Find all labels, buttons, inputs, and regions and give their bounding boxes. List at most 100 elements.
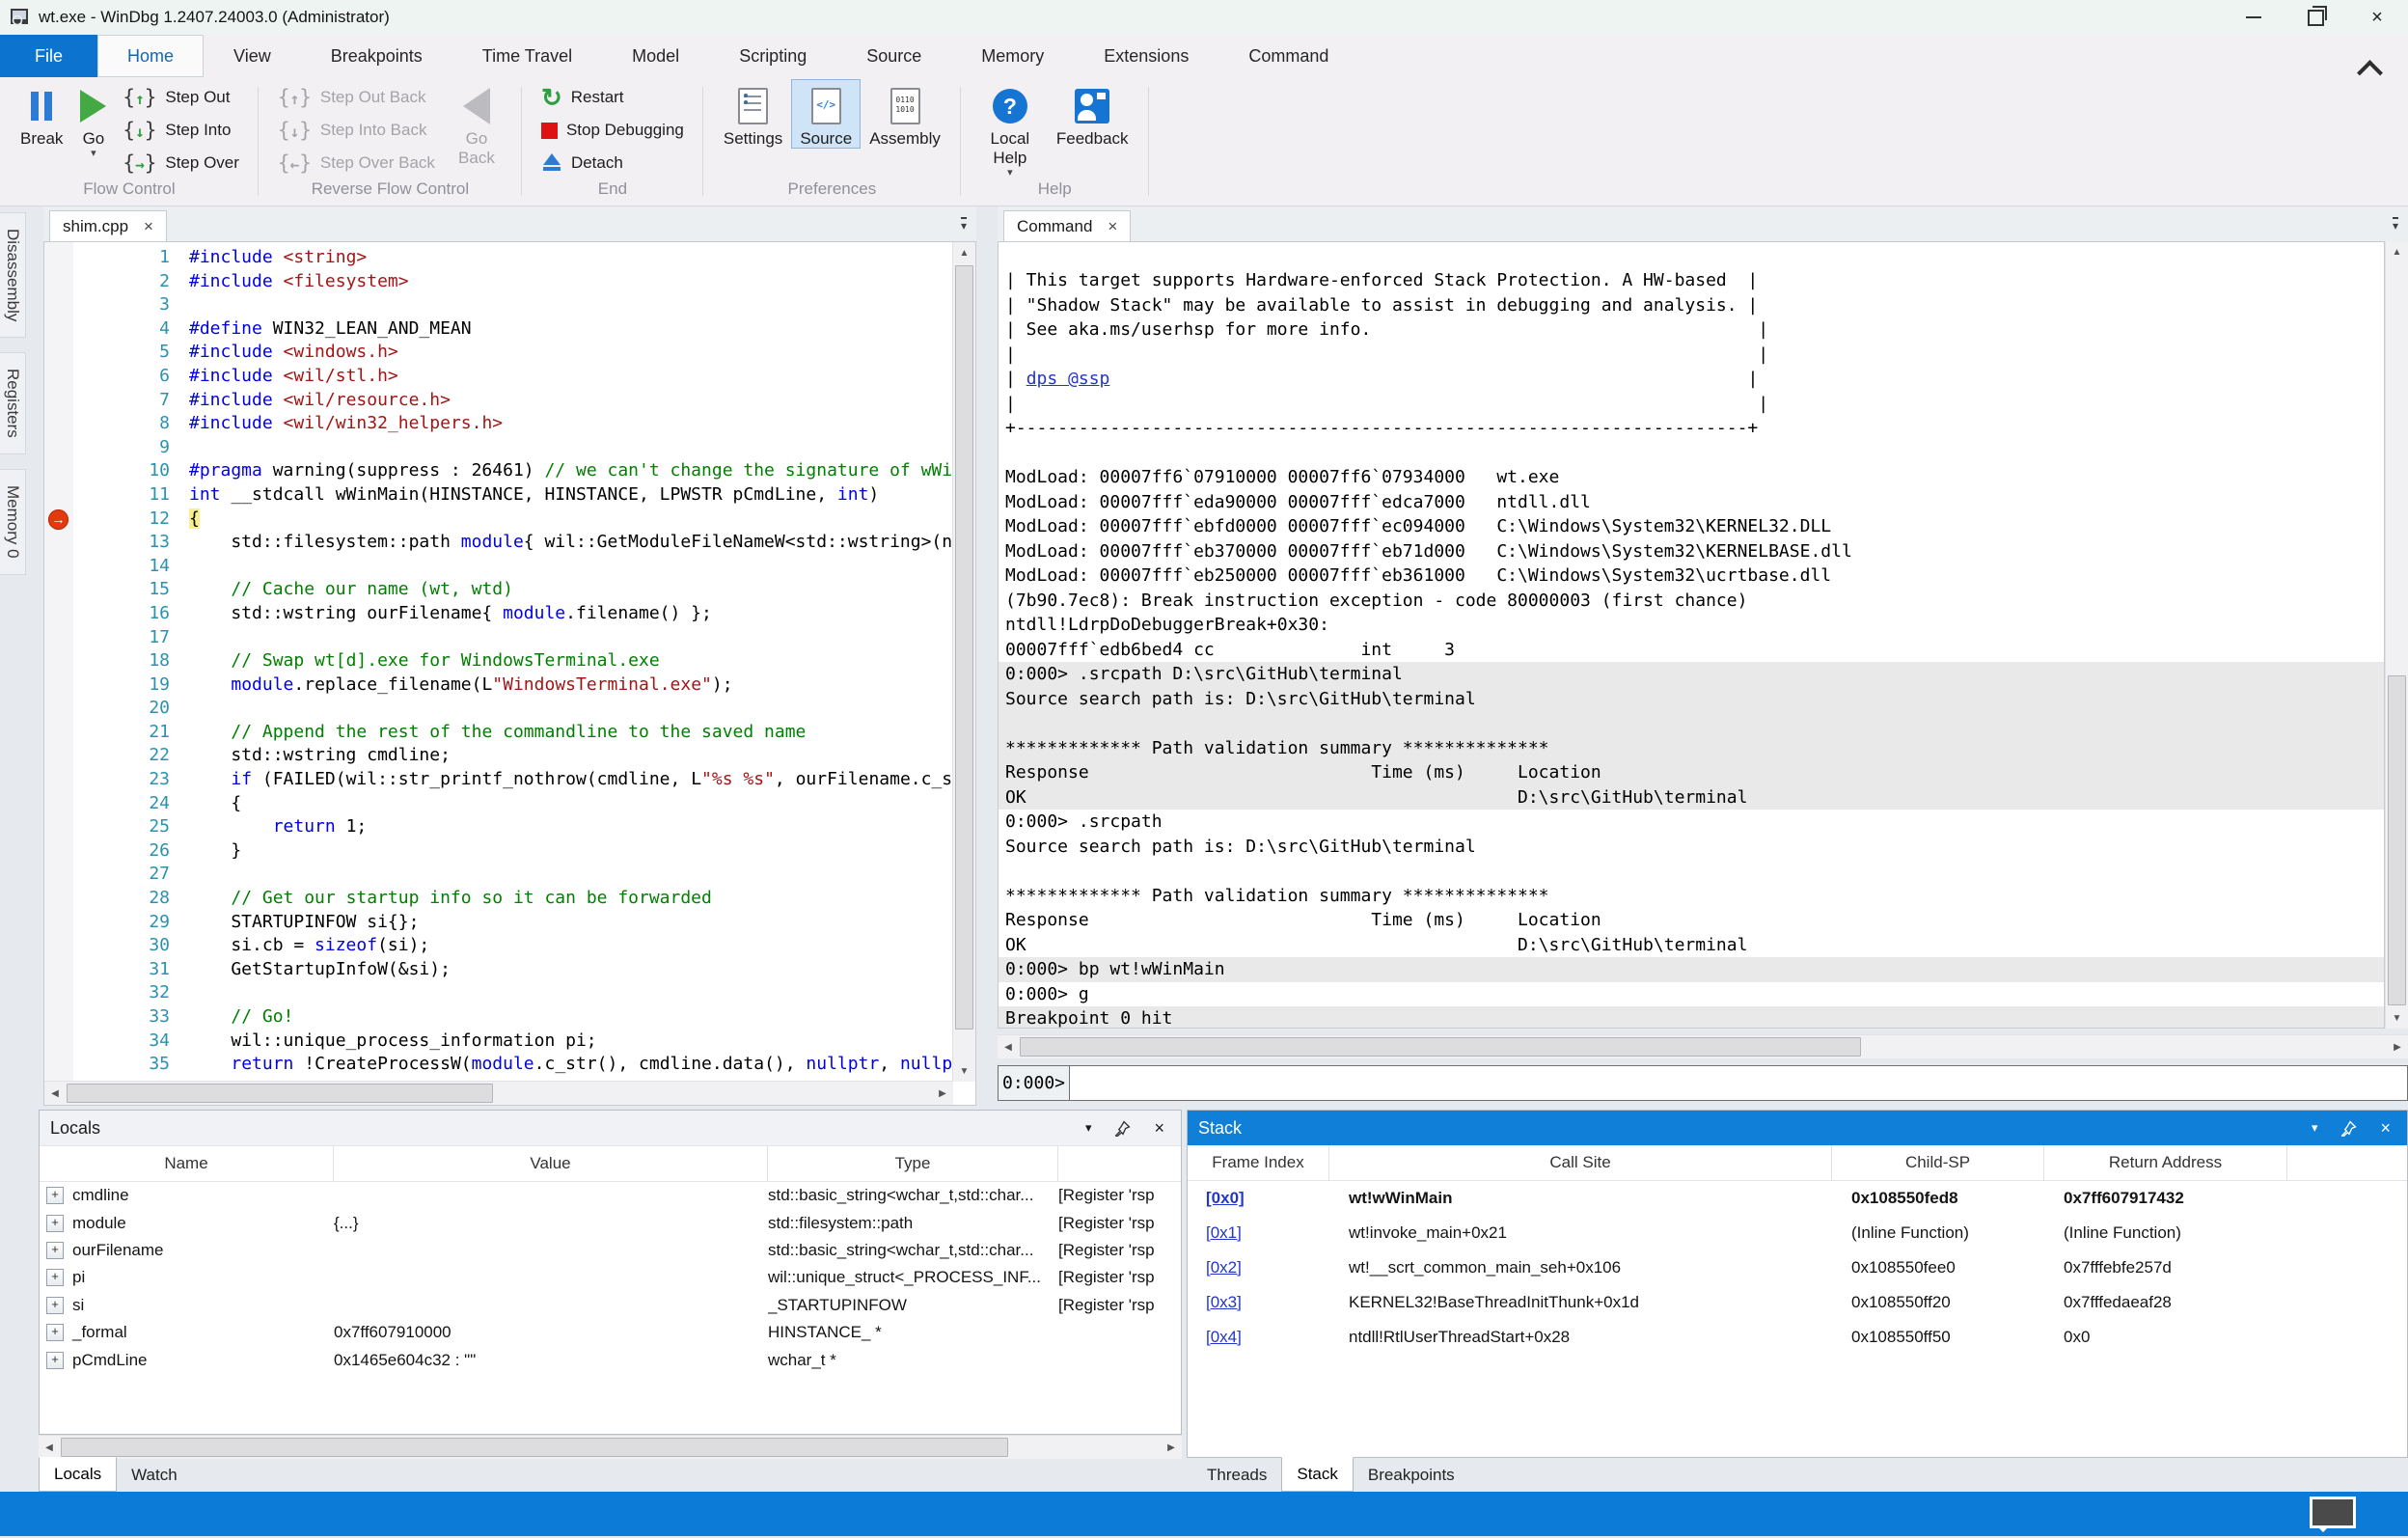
locals-horizontal-scrollbar[interactable]: ◀ ▶ (39, 1435, 1182, 1459)
scroll-left-icon[interactable]: ◀ (39, 1436, 60, 1459)
code-line[interactable]: if (FAILED(wil::str_printf_nothrow(cmdli… (189, 768, 953, 792)
scroll-up-icon[interactable]: ▲ (953, 242, 975, 263)
locals-column-header-value[interactable]: Value (334, 1146, 768, 1181)
locals-row[interactable]: +_formal0x7ff607910000HINSTANCE_ * (40, 1319, 1181, 1346)
ribbon-tab-breakpoints[interactable]: Breakpoints (301, 35, 452, 77)
pin-icon[interactable] (2340, 1120, 2357, 1137)
restore-button[interactable] (2285, 0, 2346, 35)
pane-menu-icon[interactable] (2393, 219, 2398, 233)
restart-button[interactable]: Restart (534, 81, 692, 114)
bottom-tab-stack[interactable]: Stack (1281, 1457, 1354, 1492)
ribbon-tab-home[interactable]: Home (97, 35, 204, 77)
ribbon-tab-command[interactable]: Command (1218, 35, 1358, 77)
scrollbar-thumb[interactable] (61, 1438, 1008, 1457)
code-line[interactable]: int __stdcall wWinMain(HINSTANCE, HINSTA… (189, 483, 953, 508)
locals-column-header-location[interactable] (1058, 1146, 1181, 1181)
code-line[interactable]: return !CreateProcessW(module.c_str(), c… (189, 1053, 953, 1077)
step-into-button[interactable]: ↓ Step Into (115, 114, 247, 147)
code-line[interactable]: std::wstring ourFilename{ module.filenam… (189, 602, 953, 626)
chevron-down-icon[interactable]: ▾ (1007, 168, 1013, 178)
command-vertical-scrollbar[interactable]: ▲ ▼ (2385, 241, 2408, 1029)
scroll-right-icon[interactable]: ▶ (1161, 1436, 1182, 1459)
feedback-button[interactable]: Feedback (1048, 79, 1137, 149)
scroll-left-icon[interactable]: ◀ (998, 1035, 1019, 1058)
code-line[interactable] (189, 981, 953, 1005)
scrollbar-thumb[interactable] (955, 265, 973, 1030)
code-line[interactable]: // Go! (189, 1005, 953, 1030)
step-over-back-button[interactable]: ← Step Over Back (270, 147, 443, 179)
locals-column-header-name[interactable]: Name (40, 1146, 334, 1181)
go-back-button[interactable]: Go Back (443, 79, 510, 168)
minimize-button[interactable] (2223, 0, 2285, 35)
step-out-back-button[interactable]: ↑ Step Out Back (270, 81, 443, 114)
ribbon-tab-time-travel[interactable]: Time Travel (452, 35, 602, 77)
ribbon-tab-file[interactable]: File (0, 35, 97, 77)
stack-frame-row[interactable]: [0x0]wt!wWinMain0x108550fed80x7ff6079174… (1188, 1181, 2407, 1216)
current-line-breakpoint-marker[interactable]: → (48, 509, 68, 530)
command-horizontal-scrollbar[interactable]: ◀ ▶ (998, 1034, 2408, 1058)
code-line[interactable]: #include <filesystem> (189, 270, 953, 294)
pin-icon[interactable] (1114, 1120, 1131, 1137)
frame-index-link[interactable]: [0x2] (1188, 1258, 1329, 1277)
code-line[interactable] (189, 626, 953, 650)
scroll-down-icon[interactable]: ▼ (953, 1060, 975, 1082)
frame-index-link[interactable]: [0x0] (1188, 1189, 1329, 1208)
code-line[interactable] (189, 436, 953, 460)
stack-column-header-return-address[interactable]: Return Address (2044, 1145, 2287, 1180)
feedback-bubble-icon[interactable] (2310, 1497, 2356, 1528)
command-link[interactable]: dps @ssp (1026, 369, 1110, 389)
expand-icon[interactable]: + (46, 1187, 64, 1204)
code-line[interactable]: #include <wil/stl.h> (189, 365, 953, 389)
locals-row[interactable]: +pCmdLine0x1465e604c32 : ""wchar_t * (40, 1346, 1181, 1373)
side-tab-disassembly[interactable]: Disassembly (0, 212, 26, 338)
code-line[interactable]: module.replace_filename(L"WindowsTermina… (189, 673, 953, 698)
frame-index-link[interactable]: [0x1] (1188, 1223, 1329, 1243)
stack-frame-row[interactable]: [0x4]ntdll!RtlUserThreadStart+0x280x1085… (1188, 1320, 2407, 1355)
editor-vertical-scrollbar[interactable]: ▲ ▼ (952, 242, 975, 1082)
source-editor[interactable]: → 12345678910111213141516171819202122232… (43, 241, 976, 1106)
close-icon[interactable]: × (1154, 1118, 1164, 1139)
command-output[interactable]: | This target supports Hardware-enforced… (998, 241, 2385, 1029)
chevron-down-icon[interactable]: ▾ (2312, 1120, 2318, 1136)
assembly-button[interactable]: Assembly (861, 79, 949, 149)
frame-index-link[interactable]: [0x3] (1188, 1293, 1329, 1312)
step-out-button[interactable]: ↑ Step Out (115, 81, 247, 114)
code-line[interactable]: si.cb = sizeof(si); (189, 934, 953, 958)
code-line[interactable]: #include <windows.h> (189, 341, 953, 365)
bottom-tab-watch[interactable]: Watch (117, 1458, 192, 1492)
stop-debugging-button[interactable]: Stop Debugging (534, 114, 692, 147)
scroll-down-icon[interactable]: ▼ (2386, 1007, 2408, 1029)
pane-menu-icon[interactable] (961, 219, 967, 233)
code-line[interactable]: } (189, 839, 953, 864)
ribbon-tab-model[interactable]: Model (602, 35, 709, 77)
step-into-back-button[interactable]: ↓ Step Into Back (270, 114, 443, 147)
expand-icon[interactable]: + (46, 1242, 64, 1259)
code-line[interactable]: // Swap wt[d].exe for WindowsTerminal.ex… (189, 649, 953, 673)
code-line[interactable] (189, 863, 953, 887)
code-line[interactable] (189, 555, 953, 579)
scroll-up-icon[interactable]: ▲ (2386, 241, 2408, 262)
close-icon[interactable]: × (144, 218, 153, 234)
scroll-right-icon[interactable]: ▶ (932, 1082, 953, 1105)
code-line[interactable]: wil::unique_process_information pi; (189, 1030, 953, 1054)
frame-index-link[interactable]: [0x4] (1188, 1328, 1329, 1347)
stack-column-header-frame-index[interactable]: Frame Index (1188, 1145, 1329, 1180)
scrollbar-thumb[interactable] (67, 1084, 493, 1103)
expand-icon[interactable]: + (46, 1352, 64, 1369)
scrollbar-thumb[interactable] (2388, 675, 2406, 1005)
ribbon-tab-extensions[interactable]: Extensions (1074, 35, 1218, 77)
settings-button[interactable]: Settings (715, 79, 791, 149)
stack-frame-row[interactable]: [0x1]wt!invoke_main+0x21(Inline Function… (1188, 1216, 2407, 1250)
locals-column-header-type[interactable]: Type (768, 1146, 1058, 1181)
stack-column-header-call-site[interactable]: Call Site (1329, 1145, 1832, 1180)
editor-horizontal-scrollbar[interactable]: ◀ ▶ (44, 1081, 953, 1105)
go-button[interactable]: Go ▾ (71, 79, 115, 158)
bottom-tab-breakpoints[interactable]: Breakpoints (1354, 1458, 1469, 1492)
breakpoint-margin[interactable]: → (44, 242, 73, 1082)
tab-shim-cpp[interactable]: shim.cpp × (49, 210, 167, 241)
scroll-right-icon[interactable]: ▶ (2387, 1035, 2408, 1058)
local-help-button[interactable]: ? Local Help ▾ (972, 79, 1048, 178)
code-line[interactable]: #include <string> (189, 246, 953, 270)
command-input[interactable] (1069, 1065, 2408, 1101)
stack-frame-row[interactable]: [0x3]KERNEL32!BaseThreadInitThunk+0x1d0x… (1188, 1285, 2407, 1320)
